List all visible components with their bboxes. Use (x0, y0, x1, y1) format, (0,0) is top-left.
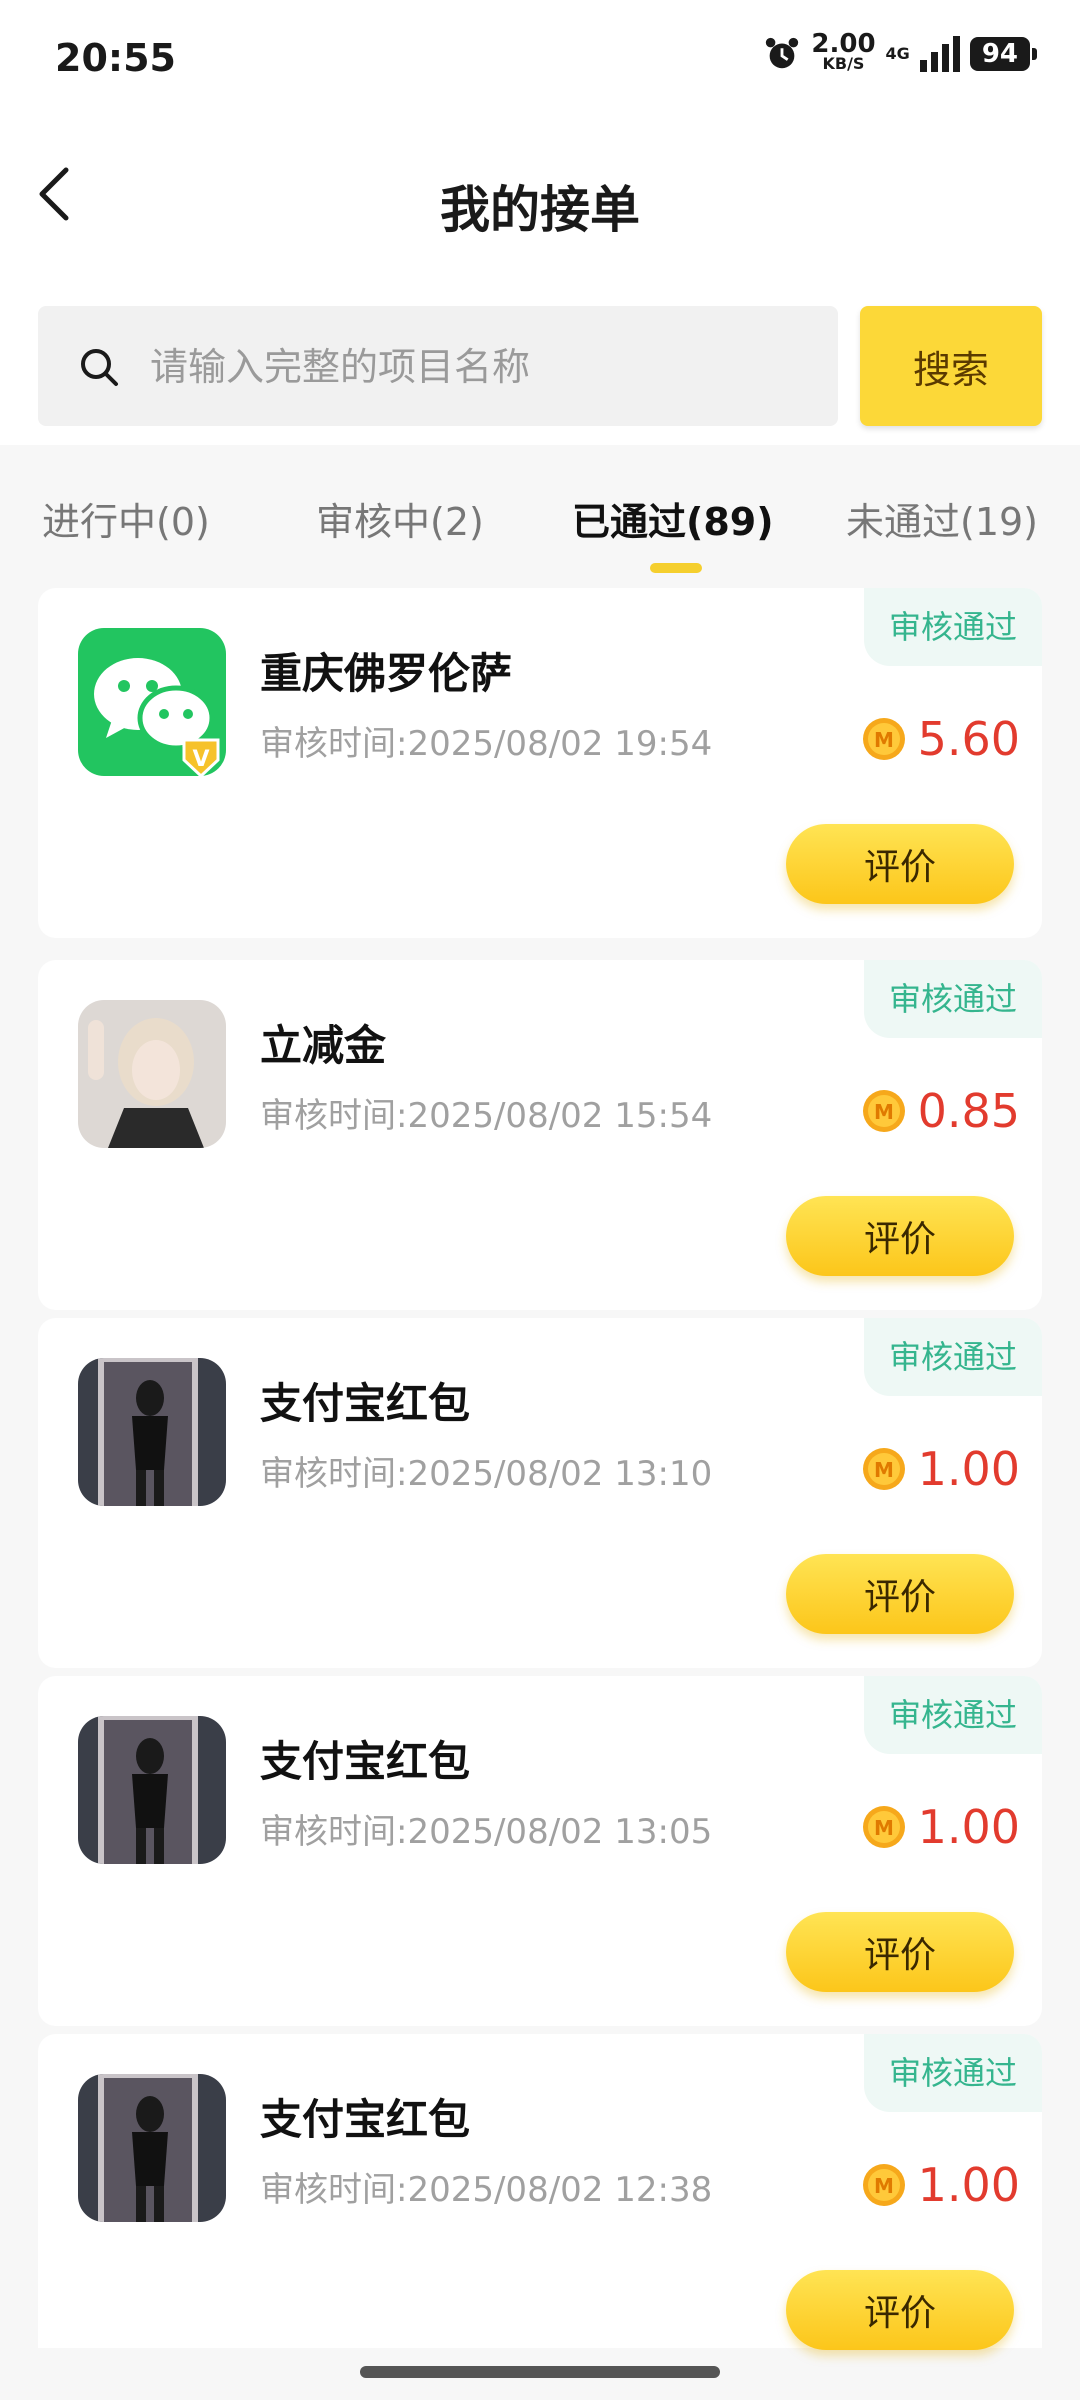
speed-value: 2.00 (811, 29, 876, 59)
home-indicator[interactable] (360, 2366, 720, 2378)
battery-icon: 94 (969, 37, 1038, 71)
network-speed: 2.00 KB/S (811, 29, 876, 74)
search-button[interactable]: 搜索 (860, 306, 1042, 426)
reward: M 1.00 (862, 2158, 1020, 2212)
search-icon (81, 349, 118, 386)
alarm-icon (766, 37, 799, 69)
search-box[interactable] (38, 306, 838, 428)
status-badge: 审核通过 (864, 1318, 1042, 1396)
coin-icon: M (862, 2164, 905, 2206)
status-icons: 2.00 KB/S 4G 94 (763, 29, 1038, 74)
svg-text:M: M (874, 1816, 894, 1840)
reward-amount: 0.85 (917, 1084, 1020, 1138)
wechat-logo-icon: V (78, 628, 226, 779)
user-avatar (78, 1716, 226, 1864)
reward: M 1.00 (862, 1442, 1020, 1496)
status-badge: 审核通过 (864, 1676, 1042, 1754)
status-bar: 20:55 2.00 KB/S 4G 94 (0, 0, 1080, 120)
tab-rejected[interactable]: 未通过(19) (846, 491, 1038, 546)
order-card[interactable]: 审核通过 V 重庆佛罗伦萨 审核时间:2025/08/02 19:54 M 5.… (38, 588, 1042, 938)
svg-text:M: M (874, 1100, 894, 1124)
user-avatar (78, 1000, 226, 1148)
coin-icon: M (862, 1090, 905, 1132)
reward: M 0.85 (862, 1084, 1020, 1138)
review-time: 审核时间:2025/08/02 13:10 (260, 1454, 713, 1494)
user-avatar (78, 1358, 226, 1506)
order-card[interactable]: 审核通过 支付宝红包 审核时间:2025/08/02 13:10 M 1.00 … (38, 1318, 1042, 1668)
signal-icon (919, 36, 960, 72)
svg-text:M: M (874, 1458, 894, 1482)
user-avatar (78, 2074, 226, 2222)
status-time: 20:55 (55, 36, 176, 80)
network-type: 4G (885, 44, 910, 63)
order-card[interactable]: 审核通过 支付宝红包 审核时间:2025/08/02 12:38 M 1.00 … (38, 2034, 1042, 2350)
reward-amount: 1.00 (917, 1800, 1020, 1854)
review-time: 审核时间:2025/08/02 19:54 (260, 724, 713, 764)
search-input[interactable] (148, 306, 812, 428)
reward: M 5.60 (862, 712, 1020, 766)
reward-amount: 5.60 (917, 712, 1020, 766)
svg-text:V: V (192, 747, 209, 772)
tab-active-indicator (650, 563, 702, 573)
tab-in-progress[interactable]: 进行中(0) (42, 491, 210, 546)
order-title: 立减金 (260, 1021, 387, 1070)
tab-approved[interactable]: 已通过(89) (572, 491, 774, 546)
order-title: 支付宝红包 (260, 1379, 471, 1428)
search-bar: 搜索 (0, 270, 1080, 445)
reward-amount: 1.00 (917, 2158, 1020, 2212)
review-button[interactable]: 评价 (786, 2270, 1014, 2350)
order-title: 支付宝红包 (260, 1737, 471, 1786)
order-title: 重庆佛罗伦萨 (260, 649, 513, 698)
tab-under-review[interactable]: 审核中(2) (316, 491, 484, 546)
order-title: 支付宝红包 (260, 2095, 471, 2144)
review-time: 审核时间:2025/08/02 12:38 (260, 2170, 713, 2210)
coin-icon: M (862, 718, 905, 760)
review-time: 审核时间:2025/08/02 13:05 (260, 1812, 713, 1852)
order-card[interactable]: 审核通过 立减金 审核时间:2025/08/02 15:54 M 0.85 评价 (38, 960, 1042, 1310)
svg-text:M: M (874, 728, 894, 752)
review-time: 审核时间:2025/08/02 15:54 (260, 1096, 713, 1136)
page-title: 我的接单 (440, 181, 640, 239)
review-button[interactable]: 评价 (786, 1554, 1014, 1634)
reward-amount: 1.00 (917, 1442, 1020, 1496)
nav-header: 我的接单 (0, 120, 1080, 270)
status-badge: 审核通过 (864, 2034, 1042, 2112)
speed-unit: KB/S (822, 54, 865, 73)
coin-icon: M (862, 1806, 905, 1848)
order-card[interactable]: 审核通过 支付宝红包 审核时间:2025/08/02 13:05 M 1.00 … (38, 1676, 1042, 2026)
review-button[interactable]: 评价 (786, 1912, 1014, 1992)
status-tabs: 进行中(0) 审核中(2) 已通过(89) 未通过(19) (0, 445, 1080, 585)
reward: M 1.00 (862, 1800, 1020, 1854)
review-button[interactable]: 评价 (786, 824, 1014, 904)
status-badge: 审核通过 (864, 960, 1042, 1038)
coin-icon: M (862, 1448, 905, 1490)
review-button[interactable]: 评价 (786, 1196, 1014, 1276)
status-badge: 审核通过 (864, 588, 1042, 666)
svg-text:M: M (874, 2174, 894, 2198)
